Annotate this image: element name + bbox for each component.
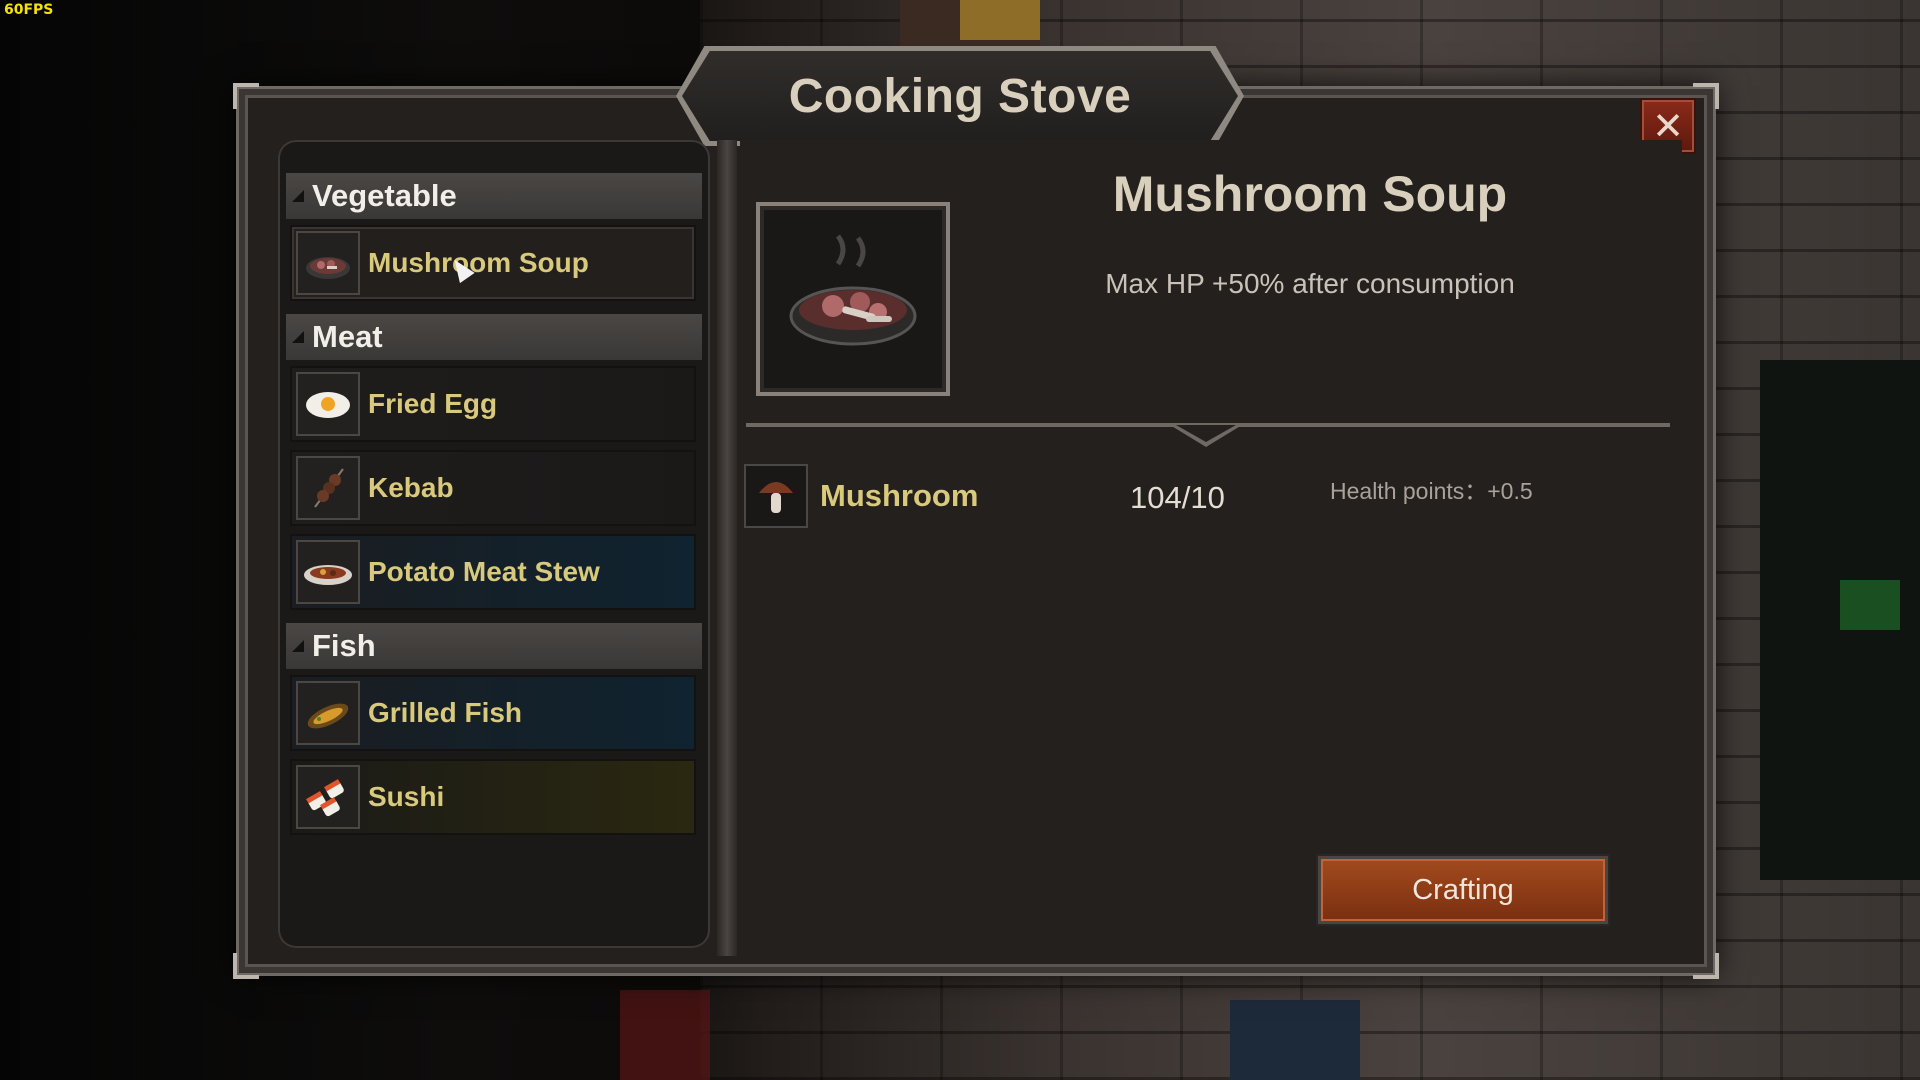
divider-notch-inner	[1176, 425, 1236, 442]
potato-meat-stew-icon	[296, 540, 360, 604]
selected-food-description: Max HP +50% after consumption	[1105, 268, 1515, 299]
recipe-name: Kebab	[368, 472, 454, 503]
selected-food-image-frame	[756, 202, 950, 396]
recipe-name: Potato Meat Stew	[368, 556, 600, 587]
crafting-button[interactable]: Crafting	[1318, 856, 1608, 924]
frame-corner	[1693, 953, 1719, 979]
scene-object	[620, 990, 710, 1080]
recipe-name: Sushi	[368, 781, 445, 812]
grilled-fish-icon	[296, 681, 360, 745]
collapse-triangle-icon	[292, 190, 304, 202]
frame-corner	[1693, 83, 1719, 109]
frame-corner	[233, 83, 259, 109]
window-title: Cooking Stove	[788, 69, 1132, 123]
scene-plant	[1840, 580, 1900, 630]
ingredient-effect: Health points：+0.5	[1330, 478, 1533, 504]
mushroom-soup-icon	[296, 231, 360, 295]
recipe-item-kebab[interactable]: Kebab	[290, 450, 696, 526]
selected-food-name: Mushroom Soup	[1112, 166, 1508, 222]
category-meat[interactable]: Meat	[286, 314, 702, 360]
recipe-item-grilled-fish[interactable]: Grilled Fish	[290, 675, 696, 751]
recipe-name: Grilled Fish	[368, 697, 523, 728]
recipe-name: Mushroom Soup	[368, 247, 589, 278]
category-label: Meat	[312, 319, 383, 354]
recipe-item-mushroom-soup[interactable]: Mushroom Soup	[290, 225, 696, 301]
recipe-name: Fried Egg	[368, 388, 498, 419]
frame-corner	[233, 953, 259, 979]
panel-divider	[717, 140, 737, 956]
collapse-triangle-icon	[292, 331, 304, 343]
title-plaque: Cooking Stove	[682, 51, 1238, 141]
recipe-item-potato-meat-stew[interactable]: Potato Meat Stew	[290, 534, 696, 610]
fried-egg-icon	[296, 372, 360, 436]
collapse-triangle-icon	[292, 640, 304, 652]
ingredient-count: 104/10	[1130, 480, 1225, 515]
scene-object	[960, 0, 1040, 40]
sushi-icon	[296, 765, 360, 829]
fps-counter: 60FPS	[4, 2, 54, 18]
scene-object	[1230, 1000, 1360, 1080]
category-label: Fish	[312, 628, 376, 663]
kebab-icon	[296, 456, 360, 520]
category-fish[interactable]: Fish	[286, 623, 702, 669]
mushroom-icon	[744, 464, 808, 528]
crafting-button-label: Crafting	[1412, 873, 1514, 906]
recipe-item-fried-egg[interactable]: Fried Egg	[290, 366, 696, 442]
mushroom-soup-icon	[789, 234, 917, 346]
recipe-item-sushi[interactable]: Sushi	[290, 759, 696, 835]
category-vegetable[interactable]: Vegetable	[286, 173, 702, 219]
ingredient-name: Mushroom	[820, 478, 979, 513]
category-label: Vegetable	[312, 178, 457, 213]
